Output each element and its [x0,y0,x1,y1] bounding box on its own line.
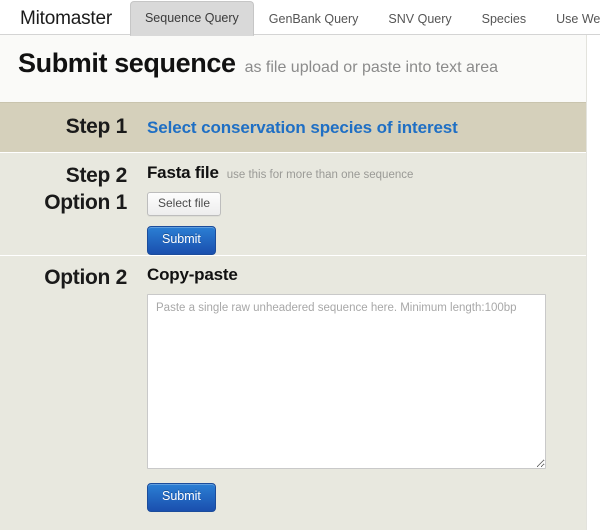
option-1-label: Option 1 [44,190,127,214]
option-2-label: Option 2 [44,266,127,289]
select-file-button[interactable]: Select file [147,192,222,217]
top-navigation-bar: Mitomaster Sequence Query GenBank Query … [0,0,600,36]
select-conservation-species-link[interactable]: Select conservation species of interest [147,118,458,137]
option-2-row: Option 2 Copy-paste Submit [0,255,586,530]
copy-paste-title-group: Copy-paste [147,265,586,285]
step-1-label: Step 1 [65,115,128,139]
page-subtitle: as file upload or paste into text area [244,59,499,76]
fasta-submit-wrapper: Submit [147,226,586,255]
step-1-row: Step 1 Select conservation species of in… [0,102,586,152]
site-brand-mitomaster[interactable]: Mitomaster [14,9,130,34]
option-2-body-column: Copy-paste Submit [137,265,586,530]
fasta-file-title-group: Fasta file use this for more than one se… [147,163,586,183]
paste-submit-wrapper: Submit [147,483,586,512]
option-2-label-column: Option 2 [0,265,137,530]
tab-genbank-query[interactable]: GenBank Query [254,3,374,36]
paste-submit-button[interactable]: Submit [147,483,216,512]
tab-species[interactable]: Species [467,3,541,36]
step-1-label-column: Step 1 [0,114,137,141]
step-2-row: Step 2 Option 1 Fasta file use this for … [0,152,586,255]
sequence-textarea[interactable] [147,294,546,469]
step-2-label-column: Step 2 Option 1 [0,163,137,255]
fasta-file-heading: Fasta file [147,163,219,182]
nav-inner: Mitomaster Sequence Query GenBank Query … [0,0,600,36]
tab-snv-query[interactable]: SNV Query [373,3,466,36]
fasta-submit-button[interactable]: Submit [147,226,216,255]
page-title: Submit sequence [18,48,236,78]
tab-sequence-query[interactable]: Sequence Query [129,0,254,36]
fasta-file-hint: use this for more than one sequence [226,169,414,181]
tab-use-web-service[interactable]: Use Web Service [541,3,600,36]
step-1-body-column: Select conservation species of interest [137,118,586,138]
copy-paste-heading: Copy-paste [147,265,238,284]
step-2-label: Step 2 [65,164,128,187]
sequence-textarea-wrapper [147,294,586,474]
step-2-body-column: Fasta file use this for more than one se… [137,163,586,255]
page-header: Submit sequence as file upload or paste … [0,35,586,102]
page-container: Submit sequence as file upload or paste … [0,35,587,530]
